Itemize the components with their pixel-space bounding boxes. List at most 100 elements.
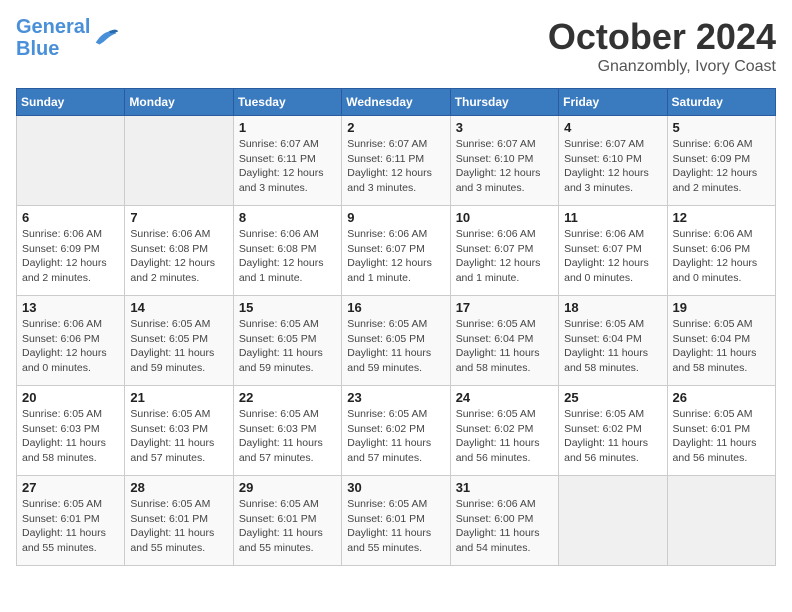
calendar-cell: 24Sunrise: 6:05 AM Sunset: 6:02 PM Dayli… — [450, 386, 558, 476]
day-number: 4 — [564, 120, 661, 135]
day-info: Sunrise: 6:06 AM Sunset: 6:08 PM Dayligh… — [130, 227, 227, 286]
day-number: 23 — [347, 390, 444, 405]
calendar-cell: 20 Sunrise: 6:05 AM Sunset: 6:03 PM Dayli… — [17, 386, 125, 476]
calendar-cell: 19Sunrise: 6:05 AM Sunset: 6:04 PM Dayli… — [667, 296, 775, 386]
logo-text: General Blue — [16, 16, 90, 60]
calendar-cell: 17 Sunrise: 6:05 AM Sunset: 6:04 PM Dayli… — [450, 296, 558, 386]
day-info: Sunrise: 6:07 AM Sunset: 6:11 PM Dayligh… — [239, 137, 336, 196]
header: General Blue October 2024 Gnanzombly, Iv… — [16, 16, 776, 76]
day-number: 26 — [673, 390, 770, 405]
day-number: 9 — [347, 210, 444, 225]
day-number: 15 — [239, 300, 336, 315]
day-number: 1 — [239, 120, 336, 135]
calendar-cell: 12Sunrise: 6:06 AM Sunset: 6:06 PM Dayli… — [667, 206, 775, 296]
day-number: 5 — [673, 120, 770, 135]
day-info: Sunrise: 6:05 AM Sunset: 6:01 PM Dayligh… — [673, 407, 770, 466]
day-info: Sunrise: 6:05 AM Sunset: 6:03 PM Dayligh… — [239, 407, 336, 466]
weekday-header: Thursday — [450, 89, 558, 116]
title-area: October 2024 Gnanzombly, Ivory Coast — [548, 16, 776, 76]
calendar-header: SundayMondayTuesdayWednesdayThursdayFrid… — [17, 89, 776, 116]
day-info: Sunrise: 6:05 AM Sunset: 6:01 PM Dayligh… — [347, 497, 444, 556]
day-info: Sunrise: 6:05 AM Sunset: 6:03 PM Dayligh… — [22, 407, 119, 466]
day-info: Sunrise: 6:05 AM Sunset: 6:05 PM Dayligh… — [239, 317, 336, 376]
day-number: 25 — [564, 390, 661, 405]
day-number: 11 — [564, 210, 661, 225]
day-number: 29 — [239, 480, 336, 495]
day-info: Sunrise: 6:05 AM Sunset: 6:04 PM Dayligh… — [673, 317, 770, 376]
day-number: 28 — [130, 480, 227, 495]
day-number: 14 — [130, 300, 227, 315]
calendar-cell: 30 Sunrise: 6:05 AM Sunset: 6:01 PM Dayli… — [342, 476, 450, 566]
day-info: Sunrise: 6:05 AM Sunset: 6:01 PM Dayligh… — [239, 497, 336, 556]
day-number: 16 — [347, 300, 444, 315]
calendar-cell: 28 Sunrise: 6:05 AM Sunset: 6:01 PM Dayli… — [125, 476, 233, 566]
day-info: Sunrise: 6:06 AM Sunset: 6:07 PM Dayligh… — [347, 227, 444, 286]
calendar-cell — [559, 476, 667, 566]
day-info: Sunrise: 6:06 AM Sunset: 6:06 PM Dayligh… — [22, 317, 119, 376]
calendar-cell: 8 Sunrise: 6:06 AM Sunset: 6:08 PM Daylig… — [233, 206, 341, 296]
calendar-cell: 9 Sunrise: 6:06 AM Sunset: 6:07 PM Daylig… — [342, 206, 450, 296]
calendar-cell: 10 Sunrise: 6:06 AM Sunset: 6:07 PM Dayli… — [450, 206, 558, 296]
day-info: Sunrise: 6:07 AM Sunset: 6:11 PM Dayligh… — [347, 137, 444, 196]
day-number: 3 — [456, 120, 553, 135]
day-number: 22 — [239, 390, 336, 405]
day-number: 2 — [347, 120, 444, 135]
calendar-cell — [667, 476, 775, 566]
day-info: Sunrise: 6:06 AM Sunset: 6:09 PM Dayligh… — [673, 137, 770, 196]
calendar-cell: 2 Sunrise: 6:07 AM Sunset: 6:11 PM Daylig… — [342, 116, 450, 206]
calendar-cell: 4Sunrise: 6:07 AM Sunset: 6:10 PM Daylig… — [559, 116, 667, 206]
calendar-body: 1 Sunrise: 6:07 AM Sunset: 6:11 PM Daylig… — [17, 116, 776, 566]
day-info: Sunrise: 6:05 AM Sunset: 6:01 PM Dayligh… — [22, 497, 119, 556]
day-info: Sunrise: 6:05 AM Sunset: 6:02 PM Dayligh… — [347, 407, 444, 466]
day-number: 17 — [456, 300, 553, 315]
calendar-cell: 29 Sunrise: 6:05 AM Sunset: 6:01 PM Dayli… — [233, 476, 341, 566]
day-number: 21 — [130, 390, 227, 405]
calendar-cell: 11 Sunrise: 6:06 AM Sunset: 6:07 PM Dayli… — [559, 206, 667, 296]
day-number: 6 — [22, 210, 119, 225]
calendar-cell: 23 Sunrise: 6:05 AM Sunset: 6:02 PM Dayli… — [342, 386, 450, 476]
day-number: 30 — [347, 480, 444, 495]
day-info: Sunrise: 6:06 AM Sunset: 6:09 PM Dayligh… — [22, 227, 119, 286]
calendar-table: SundayMondayTuesdayWednesdayThursdayFrid… — [16, 88, 776, 566]
calendar-cell: 27 Sunrise: 6:05 AM Sunset: 6:01 PM Dayli… — [17, 476, 125, 566]
day-info: Sunrise: 6:05 AM Sunset: 6:02 PM Dayligh… — [564, 407, 661, 466]
day-info: Sunrise: 6:05 AM Sunset: 6:04 PM Dayligh… — [456, 317, 553, 376]
day-number: 20 — [22, 390, 119, 405]
calendar-cell — [17, 116, 125, 206]
day-number: 8 — [239, 210, 336, 225]
calendar-cell: 16 Sunrise: 6:05 AM Sunset: 6:05 PM Dayli… — [342, 296, 450, 386]
location-subtitle: Gnanzombly, Ivory Coast — [548, 58, 776, 76]
calendar-cell: 15 Sunrise: 6:05 AM Sunset: 6:05 PM Dayli… — [233, 296, 341, 386]
day-info: Sunrise: 6:05 AM Sunset: 6:03 PM Dayligh… — [130, 407, 227, 466]
day-info: Sunrise: 6:06 AM Sunset: 6:08 PM Dayligh… — [239, 227, 336, 286]
day-info: Sunrise: 6:05 AM Sunset: 6:05 PM Dayligh… — [347, 317, 444, 376]
day-info: Sunrise: 6:06 AM Sunset: 6:00 PM Dayligh… — [456, 497, 553, 556]
calendar-cell: 14 Sunrise: 6:05 AM Sunset: 6:05 PM Dayli… — [125, 296, 233, 386]
day-number: 12 — [673, 210, 770, 225]
day-info: Sunrise: 6:07 AM Sunset: 6:10 PM Dayligh… — [456, 137, 553, 196]
day-info: Sunrise: 6:05 AM Sunset: 6:01 PM Dayligh… — [130, 497, 227, 556]
day-info: Sunrise: 6:05 AM Sunset: 6:05 PM Dayligh… — [130, 317, 227, 376]
calendar-cell: 31Sunrise: 6:06 AM Sunset: 6:00 PM Dayli… — [450, 476, 558, 566]
weekday-header: Monday — [125, 89, 233, 116]
weekday-header: Wednesday — [342, 89, 450, 116]
calendar-cell: 6 Sunrise: 6:06 AM Sunset: 6:09 PM Daylig… — [17, 206, 125, 296]
calendar-cell: 26 Sunrise: 6:05 AM Sunset: 6:01 PM Dayli… — [667, 386, 775, 476]
month-title: October 2024 — [548, 16, 776, 58]
calendar-cell: 1 Sunrise: 6:07 AM Sunset: 6:11 PM Daylig… — [233, 116, 341, 206]
calendar-cell: 22 Sunrise: 6:05 AM Sunset: 6:03 PM Dayli… — [233, 386, 341, 476]
day-number: 18 — [564, 300, 661, 315]
day-info: Sunrise: 6:05 AM Sunset: 6:04 PM Dayligh… — [564, 317, 661, 376]
day-info: Sunrise: 6:05 AM Sunset: 6:02 PM Dayligh… — [456, 407, 553, 466]
calendar-cell: 25 Sunrise: 6:05 AM Sunset: 6:02 PM Dayli… — [559, 386, 667, 476]
day-number: 13 — [22, 300, 119, 315]
day-number: 27 — [22, 480, 119, 495]
calendar-cell: 13 Sunrise: 6:06 AM Sunset: 6:06 PM Dayli… — [17, 296, 125, 386]
day-info: Sunrise: 6:06 AM Sunset: 6:07 PM Dayligh… — [456, 227, 553, 286]
calendar-cell: 5 Sunrise: 6:06 AM Sunset: 6:09 PM Daylig… — [667, 116, 775, 206]
day-number: 7 — [130, 210, 227, 225]
day-number: 10 — [456, 210, 553, 225]
logo: General Blue — [16, 16, 120, 60]
weekday-header: Friday — [559, 89, 667, 116]
day-info: Sunrise: 6:06 AM Sunset: 6:07 PM Dayligh… — [564, 227, 661, 286]
